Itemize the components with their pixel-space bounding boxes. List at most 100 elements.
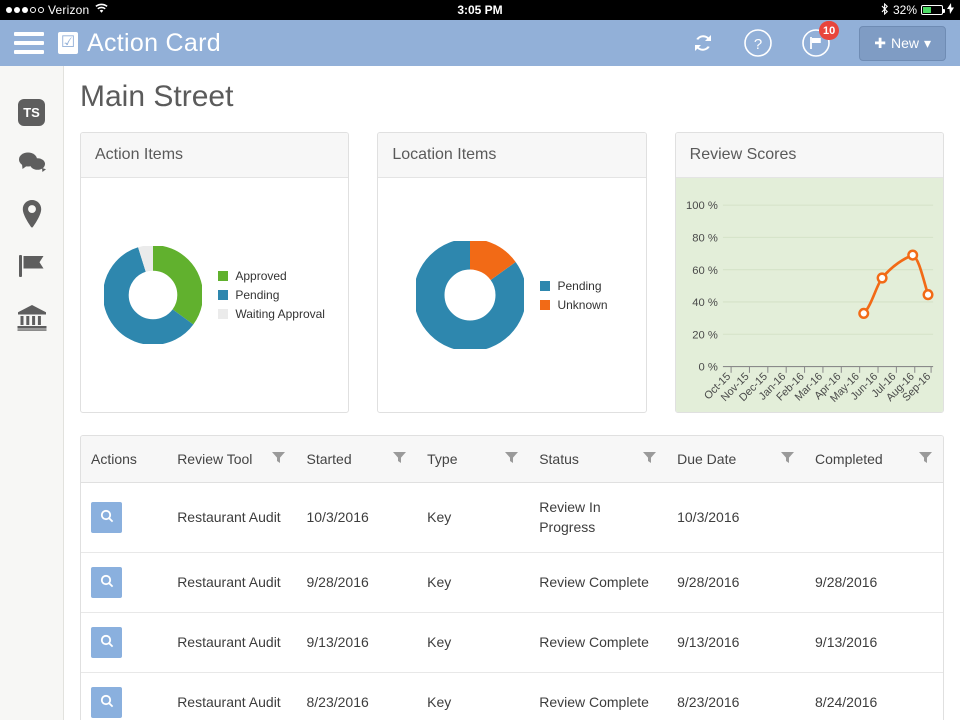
filter-funnel-icon[interactable]: [504, 450, 519, 468]
card-title-review-scores: Review Scores: [676, 133, 943, 178]
cell-review-tool: Restaurant Audit: [167, 672, 296, 720]
app-title: Action Card: [87, 29, 221, 58]
help-question-icon[interactable]: ?: [743, 28, 773, 58]
column-header-started[interactable]: Started: [296, 436, 417, 483]
cell-type: Key: [417, 612, 529, 672]
cell-completed: [805, 483, 943, 553]
cell-started: 10/3/2016: [296, 483, 417, 553]
column-header-type[interactable]: Type: [417, 436, 529, 483]
main-content: Main Street Action Items: [64, 66, 960, 720]
svg-text:60 %: 60 %: [692, 265, 718, 277]
table-row[interactable]: Restaurant Audit 9/28/2016 Key Review Co…: [81, 552, 943, 612]
sidebar-item-messages[interactable]: [18, 150, 46, 178]
column-label-actions: Actions: [91, 451, 137, 467]
data-point-aug-16: [908, 251, 917, 260]
legend-swatch-approved: [218, 271, 228, 281]
filter-funnel-icon[interactable]: [642, 450, 657, 468]
ios-status-bar: Verizon 3:05 PM 32%: [0, 0, 960, 20]
action-items-legend: Approved Pending Waiting Approval: [218, 269, 325, 321]
cell-review-tool: Restaurant Audit: [167, 552, 296, 612]
legend-item: Unknown: [540, 298, 607, 312]
card-title-action-items: Action Items: [81, 133, 348, 178]
filter-funnel-icon[interactable]: [271, 450, 286, 468]
location-items-donut-chart[interactable]: [416, 241, 524, 349]
view-row-button[interactable]: [91, 687, 122, 718]
slice-unknown: [430, 254, 512, 336]
slice-waiting-approval: [116, 258, 190, 332]
sidebar-item-flags[interactable]: [18, 254, 46, 282]
app-brand[interactable]: ☑ Action Card: [58, 29, 221, 58]
view-row-button[interactable]: [91, 502, 122, 533]
column-header-status[interactable]: Status: [529, 436, 667, 483]
carrier-label: Verizon: [48, 3, 89, 17]
legend-label-unknown: Unknown: [557, 298, 607, 312]
legend-label-pending: Pending: [557, 279, 601, 293]
cell-actions: [81, 672, 167, 720]
ts-avatar-icon: TS: [18, 99, 45, 126]
sidebar-item-profile[interactable]: TS: [18, 98, 45, 126]
card-location-items: Location Items Pending: [377, 132, 646, 413]
flag-circle-icon[interactable]: 10: [801, 28, 831, 58]
column-header-completed[interactable]: Completed: [805, 436, 943, 483]
view-row-button[interactable]: [91, 627, 122, 658]
column-header-actions[interactable]: Actions: [81, 436, 167, 483]
column-label-status: Status: [539, 451, 579, 467]
wifi-icon: [95, 3, 108, 17]
cell-actions: [81, 612, 167, 672]
review-scores-line-chart[interactable]: 100 % 80 % 60 % 40 % 20 % 0 %: [676, 178, 943, 413]
magnifier-search-icon: [100, 509, 114, 526]
filter-funnel-icon[interactable]: [780, 450, 795, 468]
legend-swatch-pending: [218, 290, 228, 300]
table-header-row: Actions Review Tool: [81, 436, 943, 483]
card-title-location-items: Location Items: [378, 133, 645, 178]
view-row-button[interactable]: [91, 567, 122, 598]
app-header-actions: ? 10 ✚ New ▾: [691, 26, 946, 61]
svg-text:40 %: 40 %: [692, 297, 718, 309]
legend-swatch-pending: [540, 281, 550, 291]
magnifier-search-icon: [100, 694, 114, 711]
column-label-review-tool: Review Tool: [177, 451, 252, 467]
column-header-review-tool[interactable]: Review Tool: [167, 436, 296, 483]
status-bar-right: 32%: [881, 3, 954, 18]
new-button[interactable]: ✚ New ▾: [859, 26, 946, 61]
sidebar-item-organization[interactable]: [17, 306, 47, 334]
location-items-legend: Pending Unknown: [540, 279, 607, 312]
legend-item: Pending: [540, 279, 607, 293]
column-label-due-date: Due Date: [677, 451, 736, 467]
data-point-jun-16: [877, 274, 886, 283]
bluetooth-icon: [881, 3, 889, 18]
refresh-icon[interactable]: [691, 31, 715, 55]
legend-label-waiting-approval: Waiting Approval: [235, 307, 325, 321]
cell-status: Review Complete: [529, 612, 667, 672]
card-action-items: Action Items Approved: [80, 132, 349, 413]
data-point-may-16: [859, 309, 868, 318]
clock-label: 3:05 PM: [0, 3, 960, 17]
action-items-donut-chart[interactable]: [104, 246, 202, 344]
flag-notification-badge: 10: [819, 21, 839, 40]
sidebar-item-locations[interactable]: [22, 202, 42, 230]
legend-item: Pending: [218, 288, 325, 302]
dashboard-cards: Action Items Approved: [80, 132, 944, 413]
table-row[interactable]: Restaurant Audit 8/23/2016 Key Review Co…: [81, 672, 943, 720]
card-body-action-items: Approved Pending Waiting Approval: [81, 178, 348, 412]
x-axis-tick-labels: Oct-15 Nov-15 Dec-15 Jan-16 Feb-16 Mar-1…: [702, 371, 933, 405]
new-button-label: New: [891, 35, 919, 51]
filter-funnel-icon[interactable]: [392, 450, 407, 468]
magnifier-search-icon: [100, 574, 114, 591]
chart-gridlines: [723, 205, 933, 334]
legend-swatch-unknown: [540, 300, 550, 310]
status-bar-left: Verizon: [6, 3, 108, 17]
column-header-due-date[interactable]: Due Date: [667, 436, 805, 483]
table-row[interactable]: Restaurant Audit 9/13/2016 Key Review Co…: [81, 612, 943, 672]
app-header: ☑ Action Card ? 10 ✚ New ▾: [0, 20, 960, 66]
table-row[interactable]: Restaurant Audit 10/3/2016 Key Review In…: [81, 483, 943, 553]
column-label-completed: Completed: [815, 451, 883, 467]
filter-funnel-icon[interactable]: [918, 450, 933, 468]
cell-due-date: 9/13/2016: [667, 612, 805, 672]
cell-type: Key: [417, 672, 529, 720]
hamburger-menu-icon[interactable]: [14, 32, 44, 54]
checkbox-logo-icon: ☑: [58, 32, 78, 54]
card-body-review-scores: 100 % 80 % 60 % 40 % 20 % 0 %: [676, 178, 943, 413]
flag-icon: [18, 253, 46, 284]
cell-due-date: 8/23/2016: [667, 672, 805, 720]
